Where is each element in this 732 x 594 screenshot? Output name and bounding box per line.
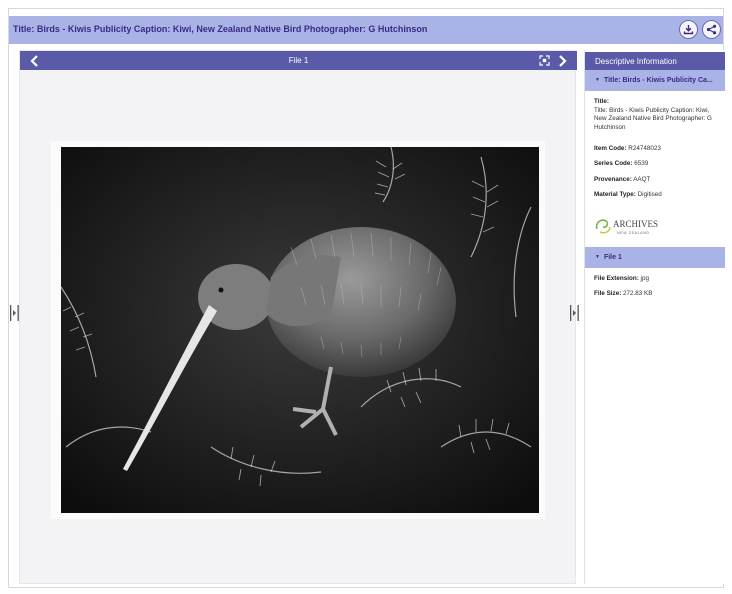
logo-subtitle: NEW ZEALAND: [617, 231, 650, 235]
collapse-panel-icon: [570, 305, 579, 321]
file-extension-label: File Extension:: [594, 275, 639, 282]
file-section-label: File 1: [603, 254, 622, 261]
file-size-field: File Size: 272.83 KB: [594, 290, 722, 299]
item-code-field: Item Code: R24748023: [594, 145, 722, 154]
kiwi-photograph: [61, 147, 539, 513]
record-title: Title: Birds - Kiwis Publicity Caption: …: [13, 24, 428, 34]
chevron-right-icon[interactable]: [555, 54, 569, 68]
title-section-toggle[interactable]: ▼ Title: Birds - Kiwis Publicity Ca...: [585, 70, 725, 91]
left-panel-toggle[interactable]: [10, 305, 19, 321]
file-extension-field: File Extension: jpg: [594, 275, 722, 284]
provenance-label: Provenance:: [594, 176, 632, 183]
provenance-field: Provenance: AAQT: [594, 176, 722, 185]
photo-frame: [51, 141, 545, 519]
viewer-file-label: File 1: [288, 56, 309, 65]
caret-down-icon: ▼: [595, 77, 600, 83]
file-extension-value: jpg: [640, 275, 649, 282]
file-size-label: File Size:: [594, 290, 622, 297]
title-field: Title: Title: Birds - Kiwis Publicity Ca…: [594, 98, 722, 132]
title-section-label: Title: Birds - Kiwis Publicity Ca...: [603, 77, 713, 84]
material-type-field: Material Type: Digitised: [594, 191, 722, 200]
panel-heading: Descriptive Information: [585, 52, 725, 70]
title-value: Title: Birds - Kiwis Publicity Caption: …: [594, 106, 712, 131]
logo-wordmark: ARCHIVES: [613, 219, 658, 229]
right-panel-toggle[interactable]: [570, 305, 579, 321]
viewer-toolbar: File 1: [20, 51, 577, 70]
expand-right-icon: [10, 305, 19, 321]
fit-screen-icon[interactable]: [539, 55, 550, 66]
archives-nz-logo: ARCHIVES NEW ZEALAND: [595, 219, 658, 235]
file-size-value: 272.83 KB: [623, 290, 653, 297]
material-type-value: Digitised: [637, 191, 662, 198]
image-viewer: File 1: [19, 50, 577, 584]
descriptive-info-panel: Descriptive Information ▼ Title: Birds - …: [584, 50, 725, 584]
series-code-field: Series Code: 6539: [594, 160, 722, 169]
series-code-value: 6539: [634, 160, 649, 167]
share-icon: [706, 24, 717, 35]
material-type-label: Material Type:: [594, 191, 636, 198]
share-button[interactable]: [702, 20, 721, 39]
provenance-value: AAQT: [633, 176, 651, 183]
item-code-value: R24748023: [628, 145, 661, 152]
download-icon: [683, 25, 694, 35]
file-section-toggle[interactable]: ▼ File 1: [585, 247, 725, 268]
download-button[interactable]: [679, 20, 698, 39]
caret-down-icon: ▼: [595, 254, 600, 260]
title-bar: Title: Birds - Kiwis Publicity Caption: …: [9, 16, 723, 44]
item-code-label: Item Code:: [594, 145, 627, 152]
title-label: Title:: [594, 98, 609, 105]
series-code-label: Series Code:: [594, 160, 633, 167]
viewer-window: Title: Birds - Kiwis Publicity Caption: …: [8, 8, 725, 588]
